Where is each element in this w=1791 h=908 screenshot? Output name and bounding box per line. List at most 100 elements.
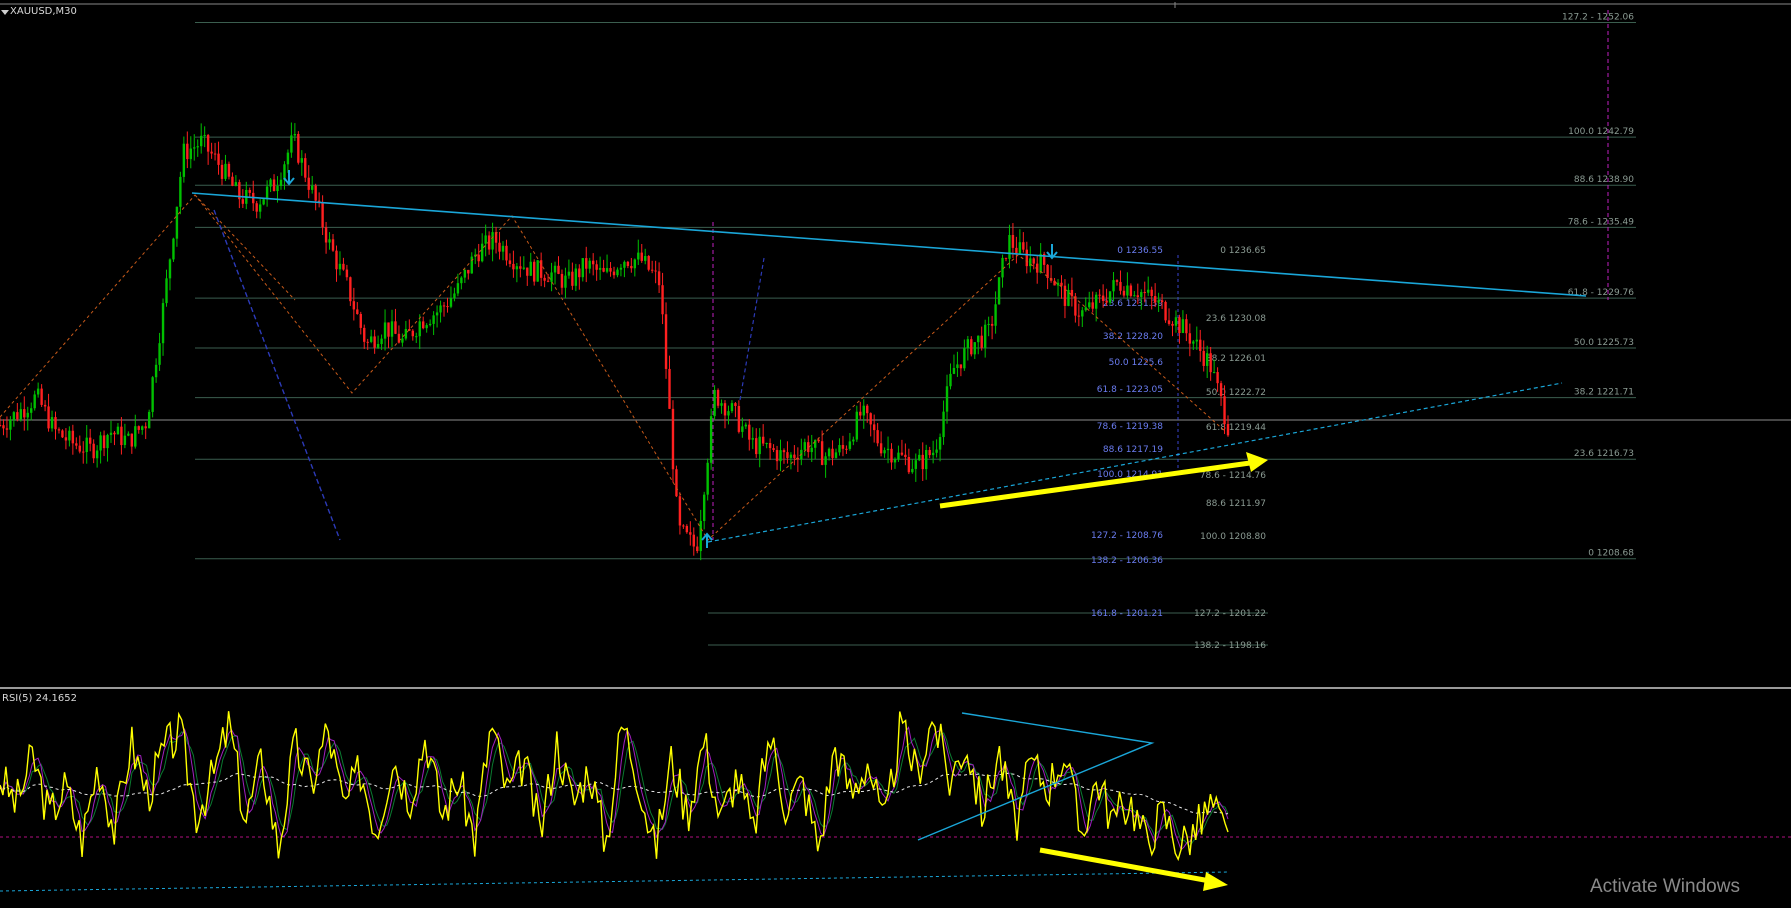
candle-body: [9, 419, 12, 430]
candle-body: [1174, 317, 1178, 326]
candle-body: [1004, 257, 1008, 259]
candle-body: [963, 348, 966, 369]
candle-body: [92, 443, 95, 459]
candle-body: [193, 147, 196, 149]
fib-label-right: 78.6 - 1235.49: [1568, 217, 1634, 227]
fib-label-middle: 23.6 1230.08: [1206, 314, 1266, 324]
candle-body: [817, 439, 820, 442]
candle-body: [189, 148, 192, 160]
candle-body: [852, 439, 855, 442]
candle-body: [411, 330, 415, 337]
candle-body: [1143, 292, 1146, 294]
fib-label-right: 23.6 1216.73: [1574, 449, 1634, 459]
candle-body: [460, 277, 463, 284]
candle-body: [1153, 296, 1157, 303]
candle-body: [512, 263, 515, 270]
candle-body: [813, 439, 817, 448]
candle-body: [338, 263, 342, 270]
candle-body: [342, 263, 345, 270]
candle-body: [397, 333, 401, 343]
candle-body: [560, 273, 564, 288]
candle-body: [598, 267, 602, 270]
candle-body: [422, 321, 425, 329]
candle-body: [713, 389, 716, 417]
candle-body: [88, 437, 92, 444]
candle-body: [199, 135, 203, 147]
candle-body: [619, 267, 623, 270]
candle-body: [1160, 300, 1164, 302]
fib-label-blue: 38.2 1228.20: [1103, 332, 1163, 342]
candle-body: [376, 344, 380, 348]
candle-body: [182, 143, 186, 177]
candle-body: [1077, 315, 1081, 317]
diagonal-dashed: [213, 209, 341, 541]
candle-body: [269, 179, 272, 187]
candle-body: [369, 336, 373, 342]
candle-body: [661, 285, 664, 315]
candle-body: [831, 448, 834, 458]
candle-body: [154, 364, 158, 378]
candle-body: [50, 417, 54, 429]
candle-body: [980, 335, 983, 348]
candle-body: [824, 456, 827, 465]
candle-body: [449, 298, 453, 307]
candle-body: [723, 403, 727, 416]
candle-body: [373, 336, 376, 348]
rsi-label: RSI(5) 24.1652: [2, 693, 77, 704]
candle-body: [782, 450, 786, 453]
candle-body: [255, 203, 258, 212]
candle-body: [959, 364, 963, 369]
candle-body: [1074, 296, 1077, 316]
candle-body: [859, 411, 862, 416]
candle-body: [848, 441, 852, 449]
candle-body: [609, 268, 612, 272]
candle-body: [519, 266, 522, 269]
candle-body: [307, 177, 310, 190]
candle-body: [637, 252, 640, 260]
candle-body: [293, 133, 297, 136]
candle-body: [997, 277, 1001, 305]
candle-body: [938, 437, 942, 450]
candle-body: [272, 179, 276, 192]
candle-body: [942, 411, 945, 438]
candle-body: [40, 388, 43, 405]
candle-body: [918, 454, 921, 461]
candle-body: [706, 462, 709, 495]
candle-body: [702, 494, 706, 521]
candle-body: [134, 426, 137, 447]
fib-label-middle: 50.0 1222.72: [1206, 388, 1266, 398]
candle-body: [640, 252, 643, 261]
candle-body: [85, 437, 88, 453]
rsi-wedge: [917, 712, 1155, 841]
candle-body: [102, 435, 106, 449]
candle-body: [300, 158, 303, 163]
candle-body: [977, 335, 980, 343]
fib-label-blue: 0 1236.55: [1117, 246, 1163, 256]
candle-body: [477, 254, 480, 262]
candle-body: [755, 438, 758, 455]
candle-body: [578, 268, 581, 278]
candle-body: [1105, 300, 1108, 303]
candle-body: [345, 269, 349, 278]
candle-body: [890, 448, 893, 463]
candle-body: [61, 430, 64, 438]
fib-label-middle: 100.0 1208.80: [1200, 532, 1266, 542]
candle-body: [179, 176, 182, 207]
candle-body: [432, 315, 435, 324]
candle-body: [546, 280, 550, 282]
candle-body: [1011, 235, 1015, 248]
candle-body: [647, 256, 650, 270]
candle-body: [935, 449, 938, 453]
candle-body: [484, 235, 487, 244]
candle-body: [57, 429, 61, 431]
candle-body: [442, 305, 446, 307]
candle-body: [231, 176, 234, 186]
candle-body: [99, 435, 102, 451]
candle-body: [491, 232, 494, 250]
fib-label-blue: 161.8 - 1201.21: [1091, 609, 1163, 619]
candle-body: [834, 452, 838, 458]
candle-body: [786, 452, 789, 458]
candle-body: [730, 403, 734, 412]
candle-body: [862, 405, 865, 416]
chart-menu-icon[interactable]: [1, 10, 9, 15]
